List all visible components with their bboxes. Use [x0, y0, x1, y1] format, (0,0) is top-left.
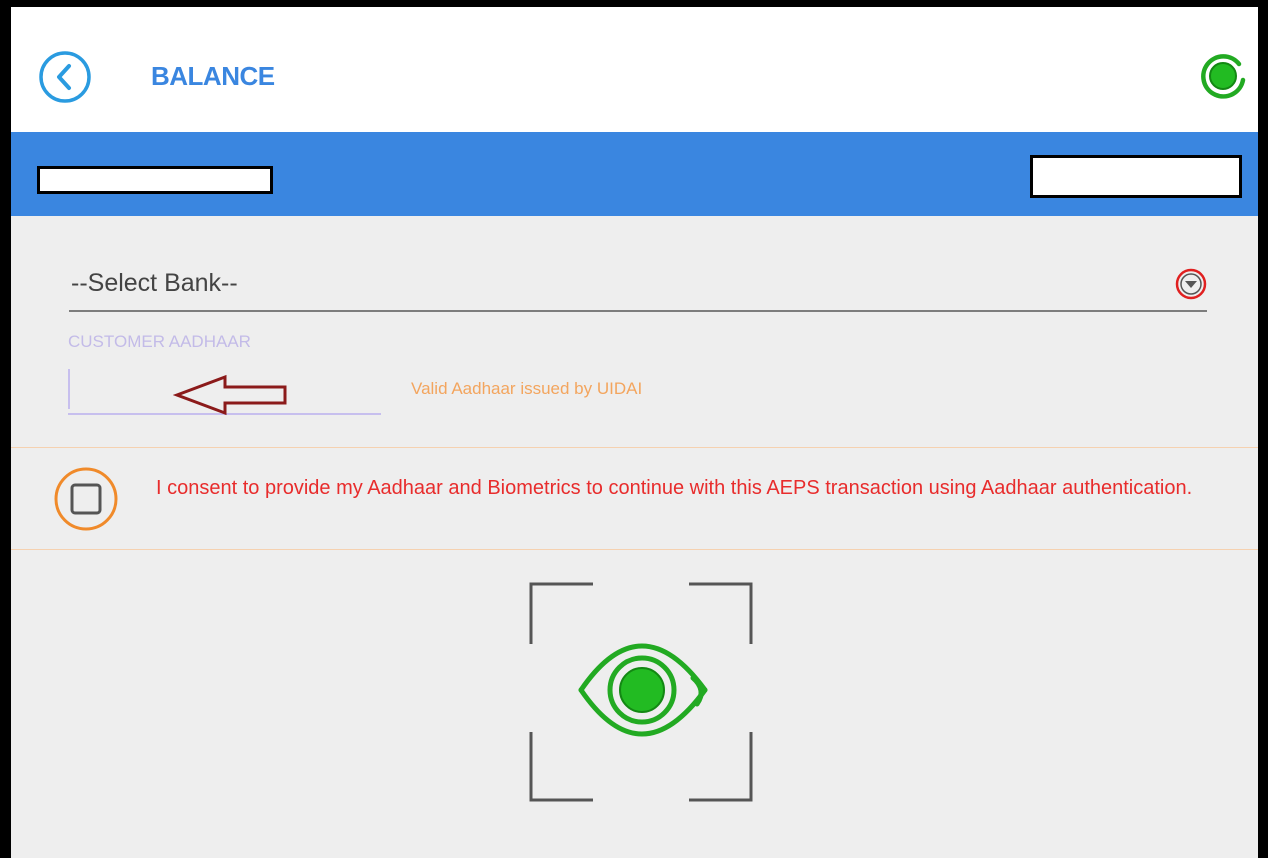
- divider: [11, 447, 1258, 448]
- bank-select[interactable]: --Select Bank--: [69, 265, 1207, 312]
- bank-select-value: --Select Bank--: [71, 269, 238, 297]
- device-connected-icon[interactable]: [1199, 52, 1247, 100]
- aadhaar-hint: Valid Aadhaar issued by UIDAI: [411, 379, 643, 398]
- back-arrow-icon[interactable]: [38, 50, 92, 104]
- page-title: BALANCE: [151, 61, 275, 91]
- info-bar: [11, 132, 1258, 216]
- redacted-field: [37, 166, 273, 194]
- consent-checkbox[interactable]: [53, 466, 119, 532]
- annotation-arrow-icon: [173, 374, 287, 416]
- redacted-field: [1030, 155, 1242, 198]
- text-cursor: [68, 369, 70, 409]
- chevron-down-icon[interactable]: [1174, 267, 1208, 301]
- top-app-bar: BALANCE: [11, 7, 1258, 132]
- aadhaar-field-label: CUSTOMER AADHAAR: [68, 332, 251, 351]
- divider: [11, 549, 1258, 550]
- app-screen: BALANCE --Select Bank-- CUSTOMER AADHAAR…: [11, 7, 1258, 858]
- iris-scan-icon[interactable]: [529, 582, 753, 802]
- consent-text: I consent to provide my Aadhaar and Biom…: [156, 477, 1193, 499]
